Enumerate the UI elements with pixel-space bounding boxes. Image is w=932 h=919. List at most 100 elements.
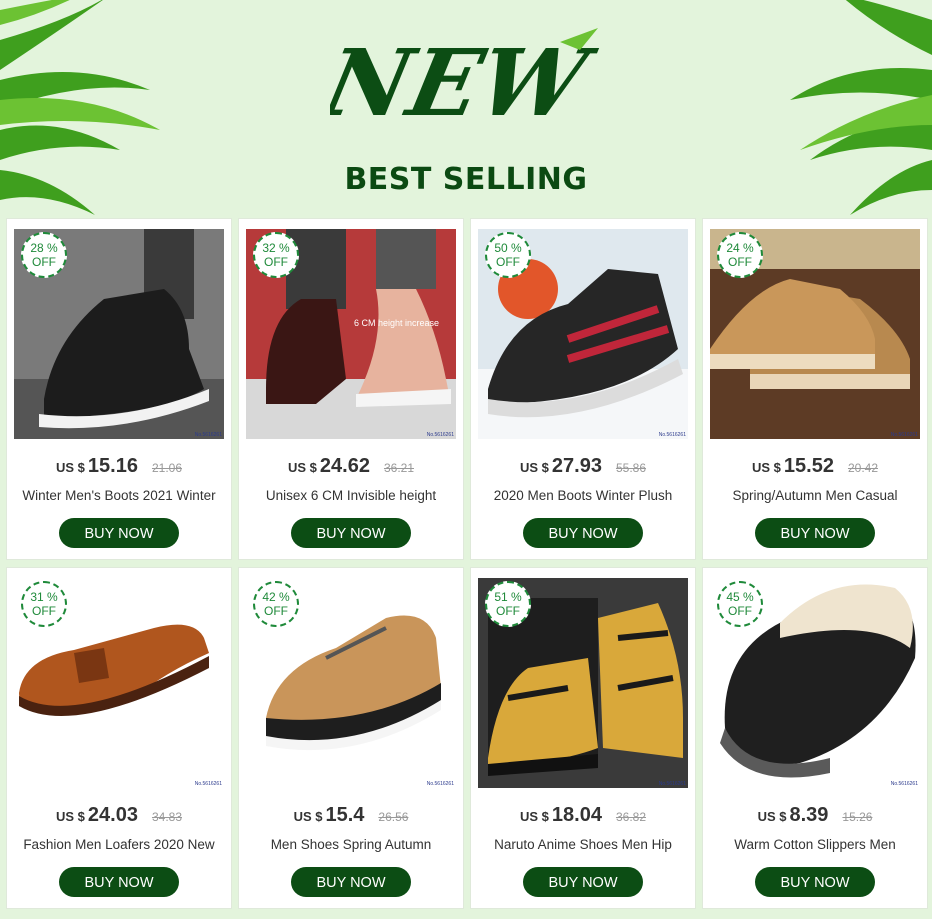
product-image[interactable]: 45 % OFF No.5616261	[710, 578, 920, 788]
discount-badge: 45 % OFF	[717, 581, 763, 627]
product-image[interactable]: 24 % OFF No.5616261	[710, 229, 920, 439]
original-price: 55.86	[615, 461, 646, 475]
product-code: No.5616261	[658, 781, 686, 787]
discount-badge: 42 % OFF	[253, 581, 299, 627]
original-price: 15.26	[842, 810, 873, 824]
product-card[interactable]: 6 CM height increase 32 % OFF No.5616261…	[238, 218, 464, 560]
discount-badge: 51 % OFF	[485, 581, 531, 627]
product-card[interactable]: 28 % OFF No.5616261 US $15.16 21.06 Winte…	[6, 218, 232, 560]
currency-label: US $	[752, 460, 781, 475]
product-code: No.5616261	[658, 432, 686, 438]
buy-now-button[interactable]: BUY NOW	[755, 867, 875, 897]
price-row: US $24.62 36.21	[239, 455, 463, 478]
currency-label: US $	[293, 809, 323, 824]
product-image[interactable]: 6 CM height increase 32 % OFF No.5616261	[246, 229, 456, 439]
price-row: US $15.16 21.06	[7, 455, 231, 478]
product-title[interactable]: Men Shoes Spring Autumn	[245, 837, 457, 852]
buy-now-button[interactable]: BUY NOW	[59, 518, 179, 548]
currency-label: US $	[520, 809, 549, 824]
product-card[interactable]: 45 % OFF No.5616261 US $8.39 15.26 Warm C…	[702, 567, 928, 909]
currency-label: US $	[757, 809, 787, 824]
best-selling-heading: BEST SELLING	[344, 162, 588, 197]
product-card[interactable]: 51 % OFF No.5616261 US $18.04 36.82 Narut…	[470, 567, 696, 909]
product-image[interactable]: 50 % OFF No.5616261	[478, 229, 688, 439]
discount-off-label: OFF	[264, 255, 288, 269]
original-price: 26.56	[378, 810, 409, 824]
buy-now-button[interactable]: BUY NOW	[755, 518, 875, 548]
svg-text:NEW: NEW	[330, 29, 604, 137]
product-code: No.5616261	[426, 781, 454, 787]
original-price: 36.82	[615, 810, 646, 824]
sale-price: 15.16	[87, 455, 138, 477]
product-card[interactable]: 24 % OFF No.5616261 US $15.52 20.42 Sprin…	[702, 218, 928, 560]
price-row: US $15.4 26.56	[239, 804, 463, 827]
product-title[interactable]: Warm Cotton Slippers Men	[709, 837, 921, 852]
original-price: 20.42	[847, 461, 878, 475]
product-card[interactable]: 42 % OFF No.5616261 US $15.4 26.56 Men Sh…	[238, 567, 464, 909]
discount-off-label: OFF	[728, 604, 752, 618]
original-price: 34.83	[151, 810, 182, 824]
currency-label: US $	[56, 809, 85, 824]
original-price: 21.06	[151, 461, 182, 475]
discount-badge: 28 % OFF	[21, 232, 67, 278]
discount-off-label: OFF	[32, 604, 56, 618]
sale-price: 18.04	[551, 804, 602, 826]
product-code: No.5616261	[194, 781, 222, 787]
sale-price: 8.39	[789, 804, 829, 826]
discount-badge: 32 % OFF	[253, 232, 299, 278]
price-row: US $8.39 15.26	[703, 804, 927, 827]
sale-price: 15.52	[783, 455, 834, 477]
product-title[interactable]: Winter Men's Boots 2021 Winter	[13, 488, 225, 503]
product-title[interactable]: Unisex 6 CM Invisible height	[245, 488, 457, 503]
discount-badge: 24 % OFF	[717, 232, 763, 278]
product-title[interactable]: Naruto Anime Shoes Men Hip	[477, 837, 689, 852]
product-code: No.5616261	[890, 432, 918, 438]
product-title[interactable]: Spring/Autumn Men Casual	[709, 488, 921, 503]
discount-off-label: OFF	[32, 255, 56, 269]
discount-percent: 45 %	[726, 590, 754, 604]
product-title[interactable]: Fashion Men Loafers 2020 New	[13, 837, 225, 852]
discount-percent: 50 %	[494, 241, 522, 255]
product-code: No.5616261	[890, 781, 918, 787]
price-row: US $24.03 34.83	[7, 804, 231, 827]
new-logo: NEW	[312, 20, 660, 150]
sale-price: 27.93	[551, 455, 602, 477]
price-row: US $15.52 20.42	[703, 455, 927, 478]
product-card[interactable]: 31 % OFF No.5616261 US $24.03 34.83 Fashi…	[6, 567, 232, 909]
buy-now-button[interactable]: BUY NOW	[523, 867, 643, 897]
product-image[interactable]: 42 % OFF No.5616261	[246, 578, 456, 788]
price-row: US $27.93 55.86	[471, 455, 695, 478]
discount-off-label: OFF	[496, 604, 520, 618]
buy-now-button[interactable]: BUY NOW	[523, 518, 643, 548]
discount-badge: 50 % OFF	[485, 232, 531, 278]
buy-now-button[interactable]: BUY NOW	[291, 867, 411, 897]
discount-percent: 32 %	[262, 241, 290, 255]
product-image[interactable]: 51 % OFF No.5616261	[478, 578, 688, 788]
buy-now-button[interactable]: BUY NOW	[59, 867, 179, 897]
product-code: No.5616261	[194, 432, 222, 438]
product-code: No.5616261	[426, 432, 454, 438]
discount-off-label: OFF	[264, 604, 288, 618]
sale-price: 24.62	[319, 455, 370, 477]
discount-percent: 28 %	[30, 241, 58, 255]
product-card[interactable]: 50 % OFF No.5616261 US $27.93 55.86 2020 …	[470, 218, 696, 560]
discount-badge: 31 % OFF	[21, 581, 67, 627]
currency-label: US $	[288, 460, 317, 475]
product-image[interactable]: 31 % OFF No.5616261	[14, 578, 224, 788]
currency-label: US $	[56, 460, 85, 475]
discount-percent: 24 %	[726, 241, 754, 255]
discount-off-label: OFF	[496, 255, 520, 269]
sale-price: 15.4	[325, 804, 365, 826]
discount-percent: 31 %	[30, 590, 58, 604]
currency-label: US $	[520, 460, 549, 475]
svg-text:6 CM height increase: 6 CM height increase	[354, 318, 439, 328]
discount-percent: 42 %	[262, 590, 290, 604]
discount-percent: 51 %	[494, 590, 522, 604]
original-price: 36.21	[383, 461, 414, 475]
price-row: US $18.04 36.82	[471, 804, 695, 827]
buy-now-button[interactable]: BUY NOW	[291, 518, 411, 548]
discount-off-label: OFF	[728, 255, 752, 269]
product-title[interactable]: 2020 Men Boots Winter Plush	[477, 488, 689, 503]
sale-price: 24.03	[87, 804, 138, 826]
product-image[interactable]: 28 % OFF No.5616261	[14, 229, 224, 439]
